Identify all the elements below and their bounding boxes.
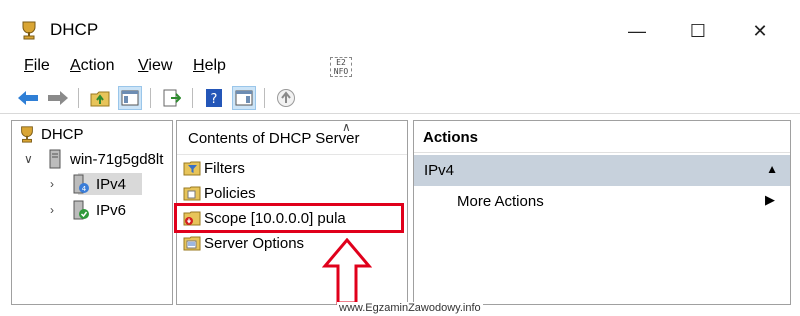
show-hide-console-tree-button[interactable]	[118, 86, 142, 110]
minimize-button[interactable]: —	[614, 14, 660, 48]
tree-label: DHCP	[41, 125, 84, 143]
forward-icon	[48, 91, 68, 105]
list-item-policies[interactable]: Policies	[183, 184, 256, 202]
server-icon	[49, 149, 61, 169]
tree-item-dhcp[interactable]: DHCP	[18, 125, 84, 143]
up-level-button[interactable]	[274, 86, 298, 110]
show-hide-action-pane-button[interactable]	[232, 86, 256, 110]
dhcp-window: DHCP — ☐ ✕ File Action View Help E2NFO	[0, 0, 800, 316]
tree-item-server[interactable]: win-71g5gd8lt	[48, 149, 163, 169]
console-tree-pane: DHCP ∨ win-71g5gd8lt › 4 IPv4 › IPv6	[11, 120, 173, 305]
back-button[interactable]	[16, 86, 40, 110]
menu-file[interactable]: File	[24, 57, 50, 75]
dhcp-app-icon	[22, 21, 36, 40]
export-list-button[interactable]	[160, 86, 184, 110]
menu-action[interactable]: Action	[70, 57, 114, 75]
export-list-icon	[163, 89, 181, 107]
close-button[interactable]: ✕	[737, 14, 783, 48]
svg-text:4: 4	[82, 185, 87, 193]
more-actions-link[interactable]: More Actions	[457, 193, 544, 210]
toolbar-separator	[78, 88, 79, 108]
list-item-label: Filters	[204, 159, 245, 177]
submenu-arrow-icon[interactable]: ▶	[765, 192, 775, 208]
actions-header: Actions	[414, 121, 790, 153]
menu-bar: File Action View Help	[0, 52, 800, 80]
up-folder-button[interactable]	[88, 86, 112, 110]
up-folder-icon	[90, 91, 110, 107]
maximize-button[interactable]: ☐	[675, 14, 721, 48]
tree-label: IPv4	[96, 175, 127, 193]
up-level-icon	[277, 89, 295, 107]
tree-item-ipv4[interactable]: 4 IPv4	[72, 174, 126, 194]
tree-label: IPv6	[96, 201, 127, 219]
chevron-right-icon[interactable]: ›	[50, 177, 54, 191]
collapse-up-icon[interactable]: ▲	[766, 162, 778, 176]
menu-view[interactable]: View	[138, 57, 172, 75]
policies-folder-icon	[183, 186, 201, 201]
filter-icon	[183, 161, 201, 176]
menu-help[interactable]: Help	[193, 57, 226, 75]
maximize-icon: ☐	[689, 20, 707, 41]
window-title: DHCP	[50, 20, 99, 39]
toolbar-separator	[150, 88, 151, 108]
scope-highlight-box	[174, 203, 404, 233]
forward-button[interactable]	[46, 86, 70, 110]
red-up-arrow-icon	[322, 238, 372, 305]
list-item-server-options[interactable]: Server Options	[183, 234, 304, 252]
toolbar: ?	[0, 82, 800, 114]
title-bar: DHCP — ☐ ✕	[0, 0, 800, 50]
ipv6-server-icon	[73, 200, 89, 220]
back-icon	[18, 91, 38, 105]
tree-item-ipv6[interactable]: IPv6	[72, 200, 126, 220]
server-options-icon	[183, 236, 201, 251]
help-icon: ?	[206, 89, 222, 107]
actions-pane: Actions IPv4 ▲ More Actions ▶	[413, 120, 791, 305]
toolbar-separator	[264, 88, 265, 108]
list-item-filters[interactable]: Filters	[183, 159, 245, 177]
svg-text:?: ?	[211, 92, 218, 107]
ipv4-server-icon: 4	[73, 174, 89, 194]
actions-section-label: IPv4	[424, 162, 455, 179]
actions-title: Actions	[423, 129, 479, 146]
contents-title: Contents of DHCP Server	[188, 130, 360, 147]
chevron-down-icon[interactable]: ∨	[24, 152, 33, 166]
show-hide-console-tree-icon	[121, 90, 139, 106]
contents-header[interactable]: ∧ Contents of DHCP Server	[177, 120, 407, 155]
chevron-right-icon[interactable]: ›	[50, 203, 54, 217]
watermark: www.EgzaminZawodowy.info	[337, 302, 483, 314]
tree-label: win-71g5gd8lt	[70, 150, 164, 168]
list-item-label: Policies	[204, 184, 256, 202]
show-hide-action-pane-icon	[235, 90, 253, 106]
toolbar-separator	[192, 88, 193, 108]
list-item-label: Server Options	[204, 234, 305, 252]
help-button[interactable]: ?	[202, 86, 226, 110]
minimize-icon: —	[628, 20, 646, 41]
close-icon: ✕	[752, 20, 768, 41]
actions-section-ipv4[interactable]: IPv4 ▲	[414, 155, 790, 186]
dhcp-icon	[21, 126, 33, 143]
unknown-glyph-icon: E2 NFO	[330, 57, 352, 77]
